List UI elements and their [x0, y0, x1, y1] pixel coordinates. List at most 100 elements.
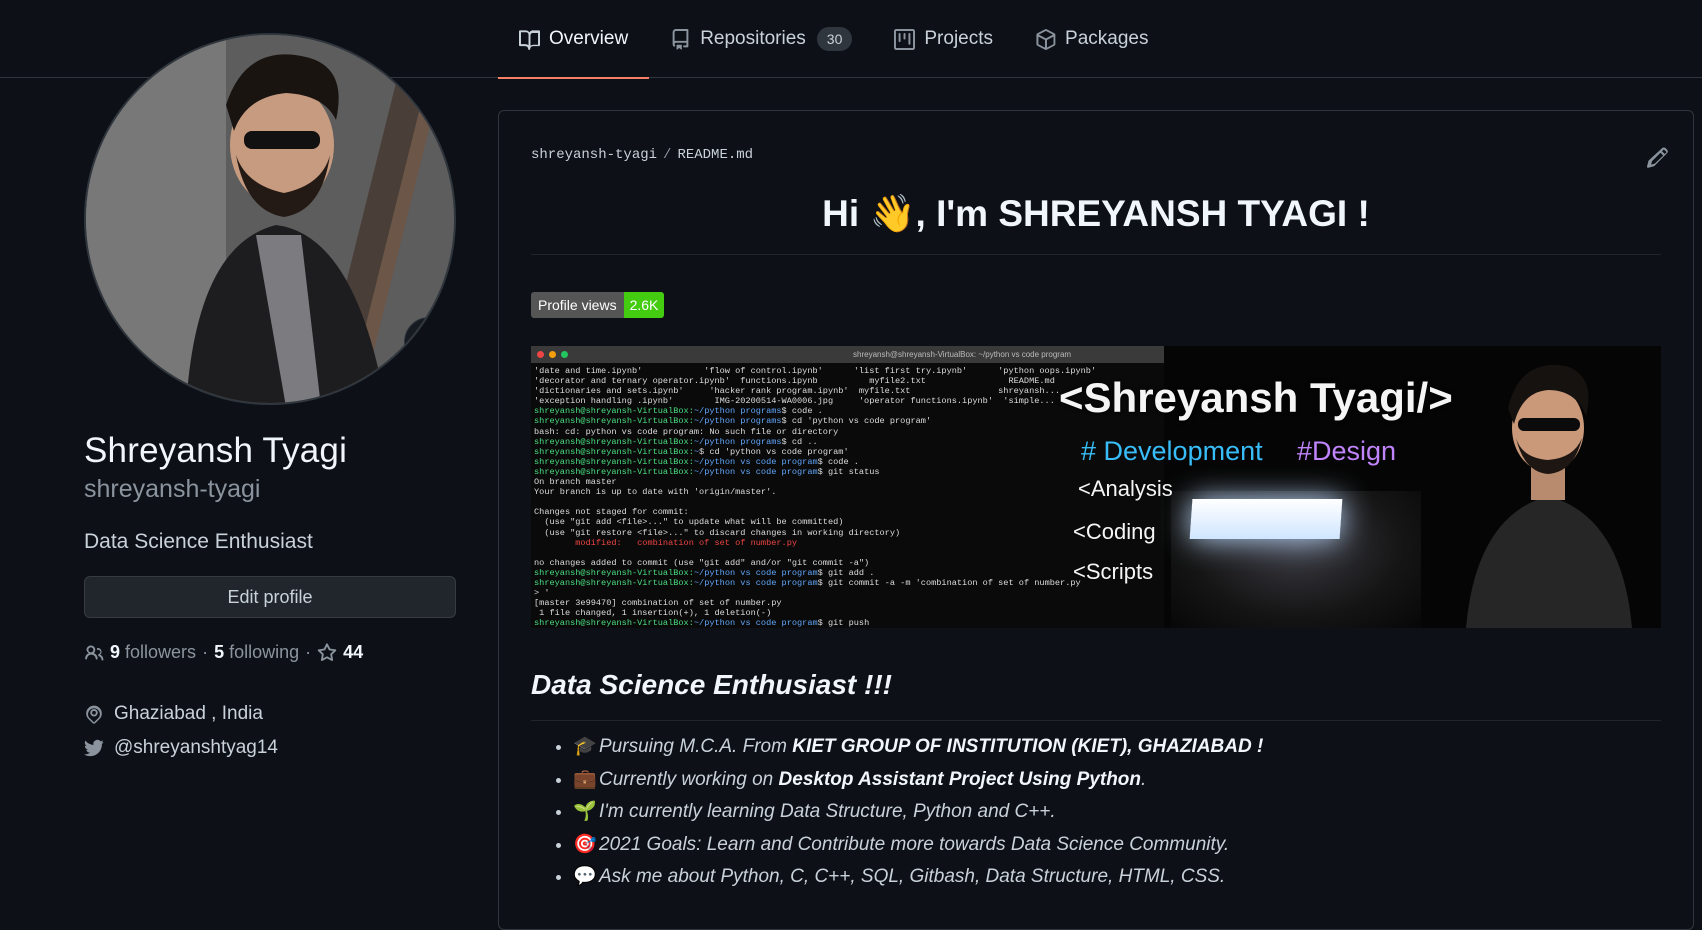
profile-views-badge: Profile views 2.6K	[531, 292, 665, 318]
tab-packages-label: Packages	[1065, 28, 1149, 49]
laptop-image	[1171, 491, 1421, 628]
minimize-dot-icon	[549, 351, 556, 358]
terminal-line: On branch master	[534, 477, 617, 488]
views-value: 2.6K	[623, 292, 665, 318]
profile-fullname: Shreyansh Tyagi	[84, 431, 348, 470]
star-icon	[317, 642, 337, 661]
tab-repositories[interactable]: Repositories 30	[649, 0, 873, 78]
terminal-line: Changes not staged for commit:	[534, 507, 689, 518]
readme-bullet-item: 💼Currently working on Desktop Assistant …	[573, 764, 1263, 797]
terminal-line: shreyansh@shreyansh-VirtualBox:~/python …	[534, 466, 880, 477]
profile-details: Ghaziabad , India @shreyanshtyag14	[84, 697, 456, 765]
readme-owner-link[interactable]: shreyansh-tyagi	[531, 147, 657, 163]
tab-overview-label: Overview	[549, 28, 629, 49]
terminal-titlebar: shreyansh@shreyansh-VirtualBox: ~/python…	[531, 346, 1164, 363]
stars-count: 44	[343, 642, 364, 662]
following-count: 5	[214, 642, 225, 662]
terminal-line: shreyansh@shreyansh-VirtualBox:~/python …	[534, 456, 859, 467]
readme-greeting: Hi 👋, I'm SHREYANSH TYAGI !	[531, 193, 1661, 255]
bullet-text: 2021 Goals: Learn and Contribute more to…	[599, 833, 1230, 855]
views-label: Profile views	[531, 292, 624, 318]
package-icon	[1036, 28, 1056, 50]
status-emoji-badge[interactable]: 🐍	[404, 317, 454, 367]
banner-line-analysis: <Analysis	[1078, 476, 1173, 501]
terminal-line: (use "git restore <file>..." to discard …	[534, 527, 901, 538]
stars-link[interactable]: 44	[317, 642, 363, 663]
bullet-emoji-icon: 💬	[573, 866, 597, 887]
terminal-line: > '	[534, 588, 550, 599]
bullet-text: Pursuing M.C.A. From	[599, 736, 793, 757]
bullet-text: Currently working on	[599, 768, 779, 790]
project-icon	[894, 28, 916, 50]
readme-heading: Data Science Enthusiast !!!	[531, 669, 1661, 721]
repositories-count-badge: 30	[816, 27, 853, 51]
banner-line-coding: <Coding	[1073, 519, 1156, 544]
profile-bio: Data Science Enthusiast	[84, 530, 313, 553]
banner-title: <Shreyansh Tyagi/>	[1059, 374, 1453, 421]
pencil-icon[interactable]	[1647, 147, 1669, 169]
terminal-line: shreyansh@shreyansh-VirtualBox:~/python …	[534, 577, 1081, 588]
terminal-line: (use "git add <file>..." to update what …	[534, 517, 844, 528]
followers-count: 9	[110, 642, 121, 662]
terminal-line: no changes added to commit (use "git add…	[534, 557, 870, 568]
followers-link[interactable]: 9 followers	[110, 642, 196, 663]
separator: ·	[202, 642, 209, 662]
banner-line-scripts: <Scripts	[1073, 559, 1154, 584]
tab-repositories-label: Repositories	[700, 28, 806, 49]
avatar-photo	[86, 35, 454, 403]
terminal-line: modified: combination of set of number.p…	[534, 537, 798, 548]
book-icon	[519, 29, 540, 50]
bullet-emoji-icon: 🎓	[573, 736, 597, 757]
bullet-emoji-icon: 💼	[573, 768, 597, 790]
maximize-dot-icon	[561, 351, 568, 358]
terminal-line: bash: cd: python vs code program: No suc…	[534, 426, 839, 437]
readme-card: shreyansh-tyagi / README.md Hi 👋, I'm SHRE…	[498, 110, 1694, 930]
twitter-item[interactable]: @shreyanshtyag14	[84, 731, 456, 765]
snake-icon: 🐍	[415, 329, 443, 354]
terminal-line: [master 3e99470] combination of set of n…	[534, 598, 782, 609]
tab-projects[interactable]: Projects	[873, 0, 1014, 78]
following-link[interactable]: 5 following	[214, 642, 299, 663]
edit-profile-button[interactable]: Edit profile	[84, 576, 456, 618]
readme-banner-image: shreyansh@shreyansh-VirtualBox: ~/python…	[531, 346, 1661, 628]
tab-list: Overview Repositories 30 Projects Packag…	[498, 0, 1169, 79]
twitter-icon	[84, 739, 104, 757]
tab-overview[interactable]: Overview	[498, 0, 650, 79]
terminal-line: 1 file changed, 1 insertion(+), 1 deleti…	[534, 608, 772, 619]
location-icon	[86, 705, 102, 724]
readme-bullet-item: 🎯2021 Goals: Learn and Contribute more t…	[573, 829, 1263, 862]
terminal-title: shreyansh@shreyansh-VirtualBox: ~/python…	[853, 350, 1072, 359]
readme-bullet-item: 💬Ask me about Python, C, C++, SQL, Gitba…	[573, 861, 1263, 894]
bullet-text: Ask me about Python, C, C++, SQL, Gitbas…	[599, 866, 1226, 887]
terminal-line: shreyansh@shreyansh-VirtualBox:~/python …	[534, 567, 875, 578]
terminal-line: shreyansh@shreyansh-VirtualBox:~/python …	[534, 618, 870, 628]
avatar[interactable]: 🐍	[84, 33, 456, 405]
profile-sidebar: 🐍 Shreyansh Tyagi shreyansh-tyagi Data S…	[84, 33, 456, 765]
readme-bullet-item: 🌱I'm currently learning Data Structure, …	[573, 796, 1263, 829]
following-label: following	[229, 642, 300, 662]
person-photo	[1436, 346, 1661, 628]
readme-file-link[interactable]: README.md	[677, 147, 753, 163]
bullet-tail-text: .	[1141, 768, 1147, 790]
people-icon	[85, 645, 104, 661]
tab-projects-label: Projects	[924, 28, 994, 49]
tab-packages[interactable]: Packages	[1014, 0, 1169, 78]
bullet-emoji-icon: 🌱	[573, 801, 597, 822]
bullet-strong-text: KIET GROUP OF INSTITUTION (KIET), GHAZIA…	[792, 736, 1264, 757]
terminal-line: shreyansh@shreyansh-VirtualBox:~/python …	[534, 436, 818, 447]
location-item: Ghaziabad , India	[84, 697, 456, 731]
terminal-line: shreyansh@shreyansh-VirtualBox:~$ cd 'py…	[534, 446, 849, 457]
readme-bullet-item: 🎓Pursuing M.C.A. From KIET GROUP OF INST…	[573, 731, 1263, 764]
repo-icon	[672, 28, 689, 50]
readme-bullet-list: 🎓Pursuing M.C.A. From KIET GROUP OF INST…	[553, 731, 1263, 894]
banner-tag-design: #Design	[1297, 436, 1397, 466]
profile-username: shreyansh-tyagi	[84, 475, 261, 503]
terminal-line: Your branch is up to date with 'origin/m…	[534, 487, 777, 498]
bullet-strong-text: Desktop Assistant Project Using Python	[778, 768, 1142, 790]
location-text: Ghaziabad , India	[114, 703, 263, 724]
followers-label: followers	[125, 642, 197, 662]
separator: ·	[305, 642, 312, 662]
twitter-handle: @shreyanshtyag14	[114, 737, 278, 758]
